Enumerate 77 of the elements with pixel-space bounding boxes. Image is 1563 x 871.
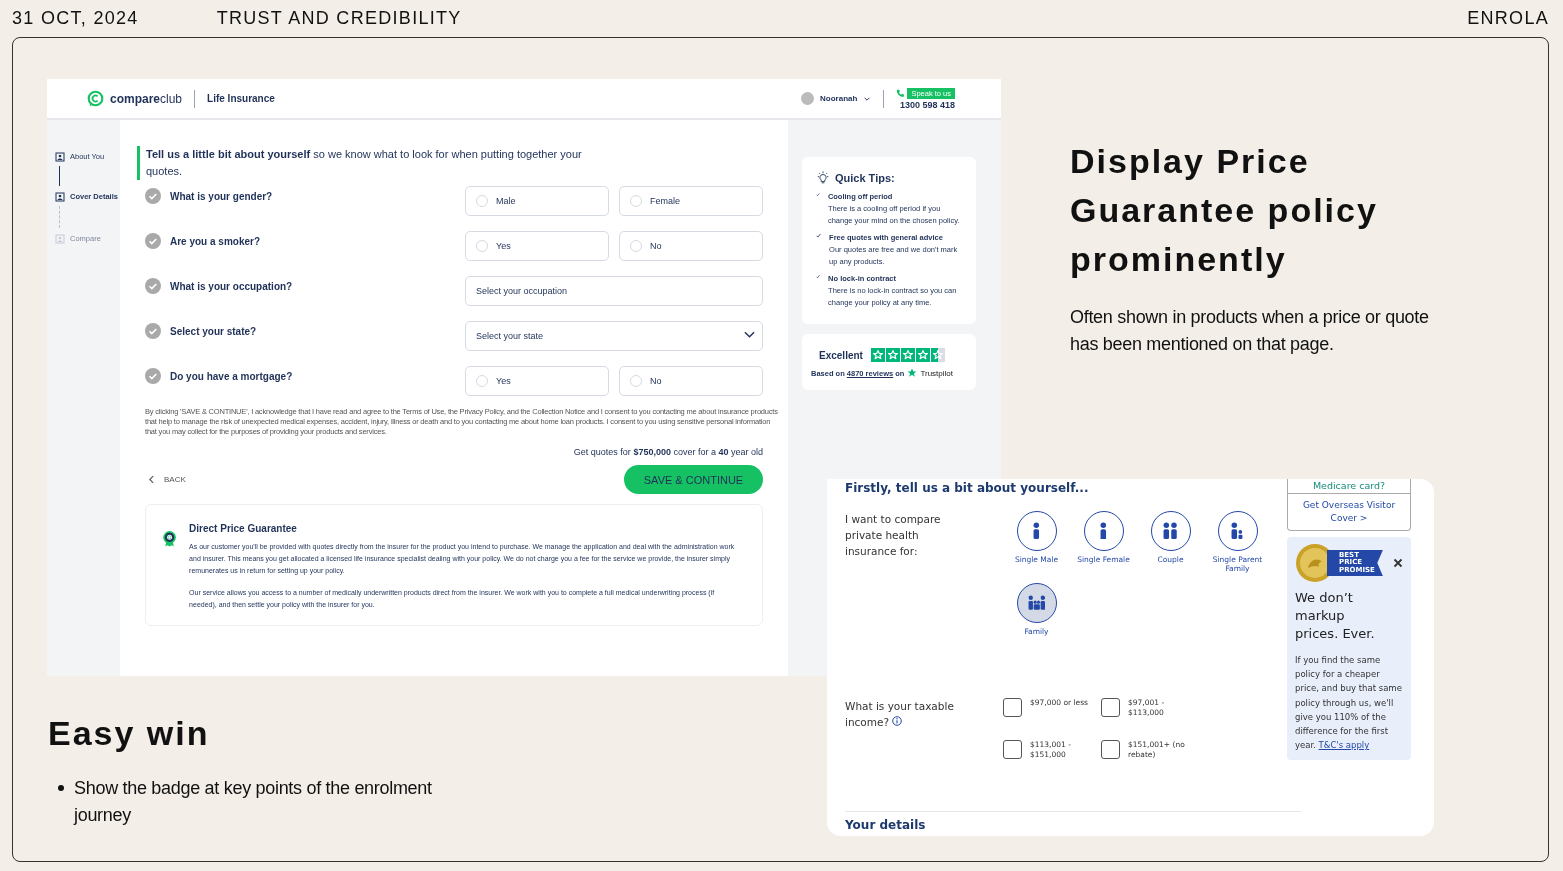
star-icon [915,348,930,362]
check-icon [816,232,822,239]
rating-label: Excellent [819,349,863,361]
promo-headline: We don’t markup prices. Ever. [1295,589,1376,643]
star-icon [900,348,915,362]
back-button[interactable]: BACK [145,475,190,484]
callout-text: Often shown in products when a price or quote has been mentioned on that page. [1070,306,1430,356]
bullet-dot [58,785,64,791]
field-label: What is your taxable income? [845,700,954,728]
document-icon [55,234,65,244]
check-circle-icon [145,278,161,294]
save-continue-button[interactable]: SAVE & CONTINUE [624,465,763,494]
checkbox[interactable] [1101,740,1120,759]
platform-name: Trustpilot [920,368,953,378]
check-circle-icon [145,323,161,339]
person-icon [1100,522,1107,540]
select-field[interactable]: Select your occupation [465,276,763,306]
radio-option[interactable]: No [619,366,763,396]
phone-number[interactable]: 1300 598 418 [899,99,955,110]
user-name[interactable]: Nooranah [820,94,858,103]
logo-text: compareclub [110,91,183,106]
overseas-cover-link[interactable]: Get Overseas Visitor Cover > [1288,494,1410,530]
terms-link[interactable]: T&C's apply [1318,740,1370,751]
close-button[interactable] [1393,558,1403,568]
radio-option[interactable]: Male [465,186,609,216]
chevron-down-icon [744,331,755,339]
lightbulb-icon [816,171,830,185]
checkbox[interactable] [1003,698,1022,717]
guarantee-title: Direct Price Guarantee [189,523,298,534]
adult-and-child-icon [1231,522,1244,540]
two-people-icon [1163,522,1178,540]
question-label: What is your gender? [170,190,273,202]
check-icon [816,273,821,280]
promo-text: If you find the same policy for a cheaper price, and buy that same policy through us, we'll give you 110% of the difference for the first year. T&C's apply [1295,654,1403,753]
family-icon [1027,595,1046,611]
star-icon [885,348,900,362]
star-icon [870,348,885,362]
avatar [801,92,815,105]
radio-option[interactable]: Female [619,186,763,216]
section-heading: Easy win [48,713,211,753]
document-icon [55,152,65,162]
info-icon [892,716,903,726]
medicare-heading: Medicare card? [1288,479,1410,494]
product-name: Life Insurance [207,93,275,104]
chevron-left-icon [149,475,154,484]
quote-summary: Get quotes for $750,000 cover for a 40 year old [572,447,763,457]
radio-option[interactable]: Yes [465,366,609,396]
section-heading: Firstly, tell us a bit about yourself... [845,481,1090,495]
brand-name: ENROLA [1467,8,1549,29]
checkbox[interactable] [1003,740,1022,759]
check-circle-icon [145,233,161,249]
check-circle-icon [145,188,161,204]
question-label: Do you have a mortgage? [170,370,293,382]
star-logo-icon [907,368,918,378]
question-label: What is your occupation? [170,280,293,292]
dropdown-field[interactable]: Select your state [465,321,763,351]
close-icon [1393,558,1403,568]
question-label: Are you a smoker? [170,235,261,247]
radio-option[interactable]: No [619,231,763,261]
radio-option[interactable]: Yes [465,231,609,261]
checkbox[interactable] [1101,698,1120,717]
callout-heading: Display Price Guarantee policy prominently [1070,141,1379,280]
tips-title: Quick Tips: [835,172,895,184]
check-circle-icon [145,368,161,384]
question-label: Select your state? [170,325,257,337]
star-icon [930,348,945,362]
intro-text: Tell us a little bit about yourself so we know what to look for when putting together your quotes. [137,146,601,180]
field-label: I want to compare private health insurance for: [845,512,942,559]
document-icon [55,192,65,202]
phone-icon [896,89,905,97]
bullet-text: Show the badge at key points of the enrolment journey [74,777,433,827]
slide-date: 31 OCT, 2024 [12,8,139,29]
section-heading: Your details [845,818,927,832]
chat-bubble-icon [87,90,104,107]
person-icon [1033,522,1040,540]
check-icon [816,191,820,198]
slide-title: TRUST AND CREDIBILITY [216,8,462,29]
